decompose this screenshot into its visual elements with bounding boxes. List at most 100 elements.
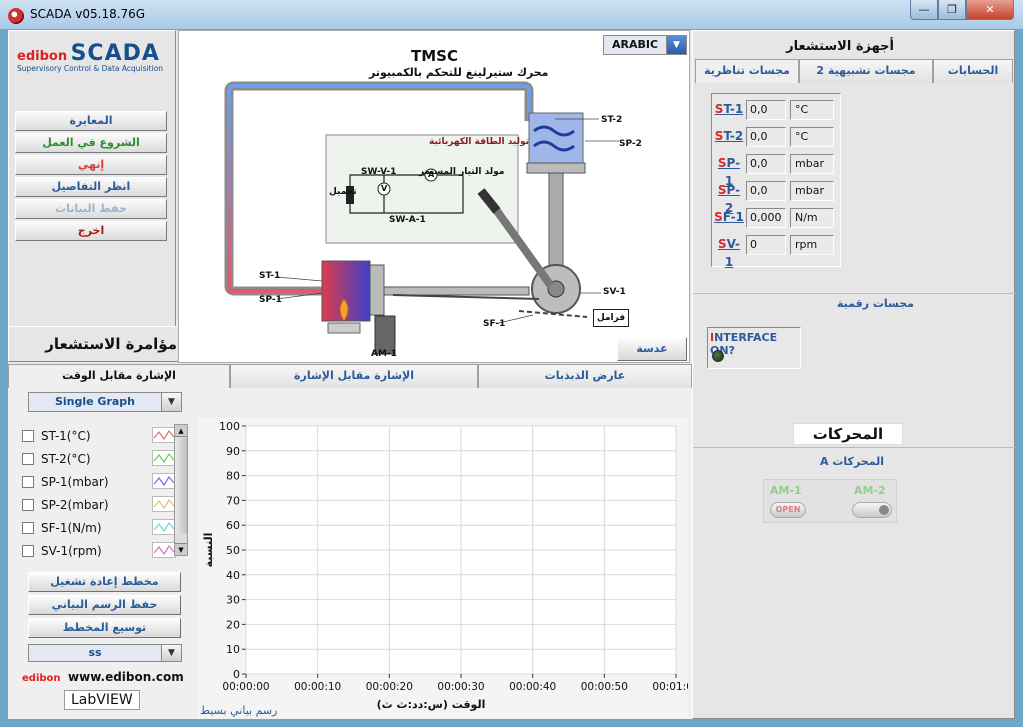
- graph-button-1[interactable]: حفظ الرسم البياني: [28, 595, 181, 615]
- footer-url[interactable]: www.edibon.com: [68, 670, 184, 684]
- channel-color-swatch[interactable]: [152, 473, 176, 489]
- footer-edibon: edibon: [22, 673, 61, 684]
- y-tick-label: 100: [219, 420, 240, 433]
- y-tick-label: 40: [226, 569, 240, 582]
- graph-mode-select[interactable]: Single Graph ▼: [28, 392, 182, 412]
- label-swa1: SW-A-1: [389, 215, 426, 225]
- channel-row[interactable]: ST-1(°C): [22, 426, 180, 446]
- sensor-label-first: S: [717, 156, 727, 170]
- graph-button-0[interactable]: مخطط إعادة تشغيل: [28, 572, 181, 592]
- edibon-logo-text: edibon: [17, 49, 68, 64]
- graph-tab-2[interactable]: عارض الذبذبات: [478, 364, 692, 388]
- signal-vs-time-chart: 0 10 20 30 40 50 60 70 80 90 100 00:00:00 00:00:10 00…: [202, 420, 700, 711]
- x-tick-label: 00:00:20: [366, 681, 413, 693]
- edibon-footer-logo: edibon www.edibon.com: [22, 670, 184, 684]
- channel-scrollbar[interactable]: ▲ ▼: [174, 424, 188, 556]
- sensor-value: 0,0: [746, 127, 786, 147]
- brake-box[interactable]: فرامل: [593, 309, 629, 327]
- sensor-label[interactable]: SP-2: [714, 181, 744, 215]
- sensor-label-first: S: [714, 210, 723, 224]
- y-tick-label: 0: [233, 668, 240, 681]
- sensor-unit: N/m: [790, 208, 834, 228]
- sensor-label[interactable]: ST-2: [714, 127, 744, 147]
- simple-graph-label[interactable]: رسم بياني بسيط: [200, 704, 277, 717]
- channel-checkbox[interactable]: [22, 430, 34, 442]
- sensor-unit: mbar: [790, 154, 834, 174]
- channel-row[interactable]: SP-2(mbar): [22, 495, 180, 515]
- sensors-title: أجهزة الاستشعار: [786, 39, 894, 54]
- sensor-label-rest: V-1: [724, 237, 741, 269]
- interface-indicator: INTERFACE ON?: [707, 327, 801, 369]
- sensor-label[interactable]: SF-1: [714, 208, 744, 228]
- graph-button-2[interactable]: توسيع المخطط: [28, 618, 181, 638]
- channel-row[interactable]: ST-2(°C): [22, 449, 180, 469]
- sensor-label-rest: F-1: [722, 210, 744, 224]
- app-client: edibon SCADA Supervisory Control & Data …: [8, 30, 1016, 719]
- channel-color-swatch[interactable]: [152, 427, 176, 443]
- channel-checkbox[interactable]: [22, 499, 34, 511]
- scroll-down-icon[interactable]: ▼: [175, 543, 187, 555]
- scroll-up-icon[interactable]: ▲: [175, 425, 187, 437]
- sensor-label[interactable]: SP-1: [714, 154, 744, 188]
- sensor-plot-title: مؤامرة الاستشعار: [45, 335, 177, 353]
- sensor-unit: °C: [790, 100, 834, 120]
- left-menu-button-0[interactable]: المعايرة: [15, 111, 167, 131]
- sensor-label[interactable]: ST-1: [714, 100, 744, 120]
- scada-logo-text: SCADA: [70, 41, 160, 66]
- divider: [693, 447, 1016, 448]
- y-tick-label: 90: [226, 445, 240, 458]
- sensor-tab-2[interactable]: الحسابات: [933, 59, 1013, 83]
- y-tick-label: 70: [226, 494, 240, 507]
- chart-container: 0 10 20 30 40 50 60 70 80 90 100 00:00:00 00:00:10 00…: [198, 418, 700, 718]
- y-tick-label: 10: [226, 643, 240, 656]
- channel-color-swatch[interactable]: [152, 519, 176, 535]
- time-unit-select[interactable]: ss ▼: [28, 644, 182, 662]
- logo-subtitle: Supervisory Control & Data Acquisition: [17, 64, 163, 73]
- channel-row[interactable]: SF-1(N/m): [22, 518, 180, 538]
- sensor-label[interactable]: SV-1: [714, 235, 744, 269]
- left-menu-button-2[interactable]: إنهي: [15, 155, 167, 175]
- channel-checkbox[interactable]: [22, 453, 34, 465]
- channel-checkbox[interactable]: [22, 476, 34, 488]
- maximize-button[interactable]: ❐: [938, 0, 966, 20]
- divider: [693, 293, 1016, 294]
- am1-open-toggle[interactable]: OPEN: [770, 502, 806, 518]
- sensor-unit: °C: [790, 127, 834, 147]
- motors-subtitle: A المحركات: [820, 455, 884, 468]
- sensor-value: 0,0: [746, 154, 786, 174]
- digital-sensors-title: مجسات رقمية: [836, 297, 914, 310]
- zoom-button[interactable]: عدسة التكبير: [617, 337, 687, 377]
- sensor-tab-0[interactable]: مجسات تناظرية: [695, 59, 799, 83]
- graph-section: الإشارة مقابل الوقت الإشارة مقابل الإشارة…: [8, 364, 700, 719]
- am2-label: AM-2: [854, 484, 886, 497]
- channel-color-swatch[interactable]: [152, 542, 176, 558]
- motor-controls: AM-1 AM-2 OPEN: [763, 479, 897, 523]
- scroll-thumb[interactable]: [175, 438, 187, 534]
- channel-checkbox[interactable]: [22, 522, 34, 534]
- minimize-button[interactable]: —: [910, 0, 938, 20]
- channel-checkbox[interactable]: [22, 545, 34, 557]
- sensor-value: 0,0: [746, 100, 786, 120]
- sensor-tab-1[interactable]: مجسات تشبيهية 2: [799, 59, 933, 83]
- analog-sensors-grid: ST-1 0,0 °C ST-2 0,0 °C SP-1 0,0 mbar SP-2 0,0 mbar…: [711, 93, 841, 269]
- channel-color-swatch[interactable]: [152, 450, 176, 466]
- left-menu-button-3[interactable]: انظر التفاصيل: [15, 177, 167, 197]
- label-sp1: SP-1: [259, 295, 282, 305]
- channel-row[interactable]: SV-1(rpm): [22, 541, 180, 561]
- left-menu-button-1[interactable]: الشروع في العمل: [15, 133, 167, 153]
- chevron-down-icon[interactable]: ▼: [161, 393, 181, 411]
- sensor-label-rest: T-2: [723, 129, 744, 143]
- y-axis-label: النسبة: [202, 533, 215, 568]
- left-menu-button-4[interactable]: حفظ البيانات: [15, 199, 167, 219]
- channel-color-swatch[interactable]: [152, 496, 176, 512]
- sensor-label-first: S: [717, 183, 727, 197]
- graph-tab-0[interactable]: الإشارة مقابل الوقت: [8, 364, 230, 388]
- graph-tab-1[interactable]: الإشارة مقابل الإشارة: [230, 364, 478, 388]
- am2-toggle[interactable]: [852, 502, 892, 518]
- window-titlebar: SCADA v05.18.76G — ❐ ✕: [0, 0, 1023, 30]
- close-button[interactable]: ✕: [966, 0, 1014, 20]
- left-menu-button-5[interactable]: اخرج: [15, 221, 167, 241]
- channel-row[interactable]: SP-1(mbar): [22, 472, 180, 492]
- labview-badge: LabVIEW: [64, 690, 140, 710]
- chevron-down-icon[interactable]: ▼: [161, 645, 181, 661]
